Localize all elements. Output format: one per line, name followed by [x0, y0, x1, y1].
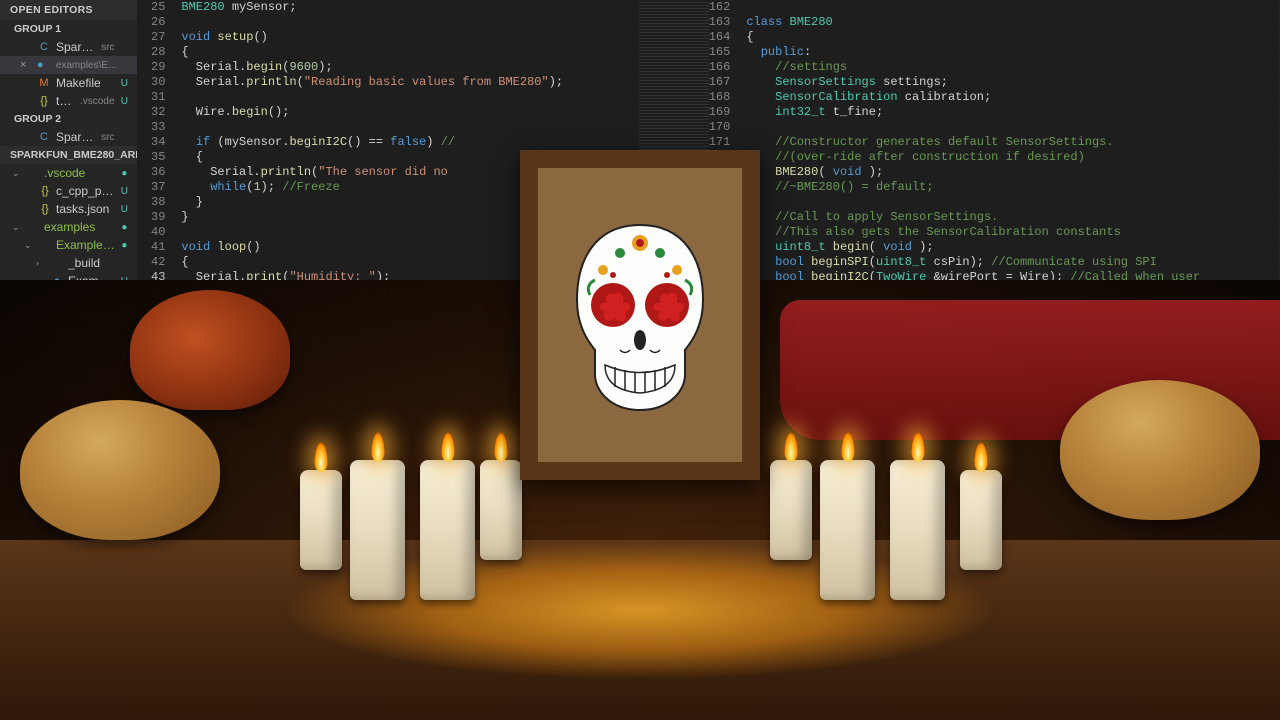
- chevron-icon[interactable]: ⌄: [24, 240, 34, 251]
- chevron-icon[interactable]: ⌄: [12, 168, 22, 179]
- chevron-icon[interactable]: ›: [24, 384, 34, 394]
- file-name: SparkFunBME280.cpp: [56, 40, 96, 54]
- file-icon: ●: [50, 293, 64, 305]
- chevron-icon[interactable]: ⌄: [24, 330, 34, 341]
- open-editor-item[interactable]: ×●Example1_BasicReadings.inoexamples\E..…: [0, 56, 137, 74]
- git-status: ●: [119, 222, 129, 233]
- git-status: U: [119, 78, 129, 89]
- tree-item-name: examples: [44, 220, 115, 234]
- tree-item[interactable]: ● Example1_BasicReadings.ino: [0, 308, 137, 326]
- tree-item[interactable]: ⌄ Example1_BasicReadings ●: [0, 236, 137, 254]
- tree-item[interactable]: ⌄ Example2_I2CAddress: [0, 326, 137, 344]
- chevron-icon[interactable]: ›: [36, 258, 46, 268]
- tree-item-name: Example1_BasicReadings.arduino.a...: [68, 292, 115, 306]
- chevron-icon[interactable]: ⌄: [12, 222, 22, 233]
- editor-pane-2[interactable]: 1621631641651661671681691701711721731741…: [709, 0, 1280, 720]
- file-icon: {}: [37, 95, 51, 107]
- file-icon: C: [37, 131, 51, 143]
- chevron-icon[interactable]: ›: [24, 366, 34, 376]
- tree-item-name: Example2_I2CAddress: [56, 328, 115, 342]
- group-2-header: GROUP 2: [0, 110, 137, 128]
- file-icon: ●: [50, 347, 64, 359]
- tree-item[interactable]: {} c_cpp_properties.json U: [0, 182, 137, 200]
- git-status: U: [119, 204, 129, 215]
- tree-item[interactable]: {} tasks.json U: [0, 200, 137, 218]
- tree-item-name: Example3_CSVOutpu: [56, 364, 115, 378]
- open-editor-item[interactable]: {} tasks.json .vscode U: [0, 92, 137, 110]
- git-status: U: [119, 186, 129, 197]
- tree-item[interactable]: › ple4 Settings: [0, 380, 137, 398]
- file-name: tasks.json: [56, 94, 75, 108]
- git-status: ●: [119, 240, 129, 251]
- tree-item-name: Example2_I2CAddress: [68, 346, 115, 360]
- project-header[interactable]: SPARKFUN_BME280_ARDUINO_LIBRARY: [0, 146, 137, 164]
- tree-item-name: ple4 Settings: [56, 382, 115, 396]
- open-editor-item[interactable]: M Makefile U: [0, 74, 137, 92]
- git-status: U: [119, 96, 129, 107]
- git-status: U: [119, 276, 129, 287]
- file-icon: ●: [50, 275, 64, 287]
- code-area[interactable]: BME280 mySensor; void setup(){ Serial.be…: [177, 0, 638, 720]
- file-icon: ●: [50, 311, 64, 323]
- file-path-hint: .vscode: [80, 96, 114, 107]
- tree-item[interactable]: ⌄ examples ●: [0, 218, 137, 236]
- tree-item-name: Example1_BasicReadings.ino: [68, 310, 115, 324]
- file-icon: C: [37, 41, 51, 53]
- line-gutter: 2526272829303132333435363738394041424344: [137, 0, 177, 720]
- file-icon: {}: [38, 185, 52, 197]
- tree-item-name: Example1_BasicReadings: [56, 238, 115, 252]
- file-icon: M: [37, 77, 51, 89]
- tree-item[interactable]: › Example3_CSVOutpu: [0, 362, 137, 380]
- tree-item-name: Example1_BasicReadings.arduino.a...: [68, 274, 115, 288]
- file-name: Makefile: [56, 76, 109, 90]
- file-icon: ●: [35, 59, 46, 71]
- group-1-header: GROUP 1: [0, 20, 137, 38]
- tree-item-name: .vscode: [44, 166, 115, 180]
- tree-item[interactable]: › _build: [0, 254, 137, 272]
- open-editors-header[interactable]: OPEN EDITORS: [0, 0, 137, 20]
- tree-item[interactable]: ● Example1_BasicReadings.arduino.a... U: [0, 272, 137, 290]
- editor-group: 2526272829303132333435363738394041424344…: [137, 0, 1280, 720]
- sidebar: OPEN EDITORS GROUP 1 C SparkFunBME280.cpp…: [0, 0, 137, 720]
- tree-item[interactable]: ● Example1_BasicReadings.arduino.a... U: [0, 290, 137, 308]
- line-gutter: 1621631641651661671681691701711721731741…: [709, 0, 743, 720]
- git-status: ●: [119, 168, 129, 179]
- editor-pane-1[interactable]: 2526272829303132333435363738394041424344…: [137, 0, 708, 720]
- file-path-hint: src: [101, 132, 114, 143]
- tree-item[interactable]: ⌄ .vscode ●: [0, 164, 137, 182]
- file-path-hint: src: [101, 42, 114, 53]
- open-editor-item[interactable]: C SparkFunBME280.h src: [0, 128, 137, 146]
- minimap[interactable]: [639, 0, 709, 720]
- tree-item-name: _build: [68, 256, 115, 270]
- file-path-hint: examples\E...: [56, 60, 117, 71]
- code-area[interactable]: class BME280{ public: //settings SensorS…: [742, 0, 1279, 720]
- close-icon[interactable]: ×: [20, 59, 30, 71]
- file-icon: {}: [38, 203, 52, 215]
- file-name: SparkFunBME280.h: [56, 130, 96, 144]
- git-status: U: [119, 294, 129, 305]
- tree-item-name: c_cpp_properties.json: [56, 184, 115, 198]
- tree-item-name: tasks.json: [56, 202, 115, 216]
- open-editor-item[interactable]: C SparkFunBME280.cpp src: [0, 38, 137, 56]
- tree-item[interactable]: ● Example2_I2CAddress: [0, 344, 137, 362]
